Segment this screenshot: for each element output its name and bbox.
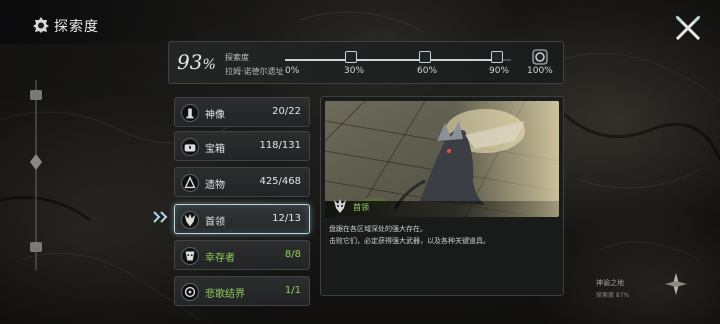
category-name: 幸存者 [205, 253, 235, 264]
zoom-out-handle [30, 242, 42, 252]
compass-icon[interactable] [664, 272, 688, 296]
close-button[interactable] [670, 10, 706, 46]
category-item[interactable]: 宝箱 118/131 [174, 131, 310, 161]
milestone-label: 30% [344, 66, 365, 76]
boss-icon [181, 211, 199, 229]
category-count: 118/131 [259, 140, 301, 151]
gear-icon [33, 17, 49, 33]
chest-icon [181, 138, 199, 156]
milestone-90-check-icon[interactable] [491, 51, 503, 63]
region-name: 拉姆·诺德尔遗址 [225, 67, 284, 76]
exploration-progress-panel: 93% 探索度 拉姆·诺德尔遗址 0% 30% 60% 90% 100% [168, 41, 564, 84]
statue-icon [181, 104, 199, 122]
category-count: 20/22 [272, 106, 301, 117]
category-item[interactable]: 遗物 425/468 [174, 167, 310, 197]
selection-arrow-icon [153, 211, 168, 223]
category-detail-panel: 首领 盘踞在各区域深处的强大存在。 击败它们，必定获得强大武器，以及各种关键道具… [320, 96, 564, 296]
category-count: 1/1 [284, 285, 301, 296]
category-item[interactable]: 幸存者 8/8 [174, 240, 310, 270]
category-name: 宝箱 [205, 144, 225, 155]
reward-icon[interactable] [531, 48, 549, 66]
category-item[interactable]: 神像 20/22 [174, 97, 310, 127]
milestone-label: 60% [417, 66, 438, 76]
relic-icon [181, 174, 199, 192]
category-name: 悲歌结界 [205, 289, 245, 300]
category-count: 425/468 [259, 176, 301, 187]
milestone-label: 0% [285, 66, 300, 76]
header-bar: 探索度 [0, 0, 200, 44]
map-location-name: 神谕之地 [596, 279, 624, 287]
category-count: 8/8 [284, 249, 301, 260]
map-location-progress: 探索度 87% [596, 292, 630, 299]
milestone-30-check-icon[interactable] [345, 51, 357, 63]
zoom-slider[interactable] [26, 80, 46, 270]
milestone-label: 90% [489, 66, 510, 76]
survivor-icon [181, 247, 199, 265]
page-title: 探索度 [54, 19, 99, 35]
exploration-progress-fill [285, 59, 496, 61]
milestone-60-check-icon[interactable] [419, 51, 431, 63]
category-name: 神像 [205, 110, 225, 121]
zoom-slider-thumb [30, 154, 42, 170]
barrier-icon [181, 283, 199, 301]
category-name: 首领 [205, 217, 225, 228]
boss-icon [334, 199, 346, 213]
detail-caption-text: 首领 [353, 203, 369, 212]
exploration-label: 探索度 [225, 53, 249, 62]
exploration-percent: 93% [177, 50, 216, 74]
category-count: 12/13 [272, 213, 301, 224]
exploration-progress-bar [285, 59, 511, 61]
boss-illustration [325, 101, 559, 217]
category-name: 遗物 [205, 180, 225, 191]
category-item[interactable]: 首领 12/13 [174, 204, 310, 234]
category-item[interactable]: 悲歌结界 1/1 [174, 276, 310, 306]
detail-description: 盘踞在各区域深处的强大存在。 击败它们，必定获得强大武器，以及各种关键道具。 [329, 225, 490, 245]
milestone-label: 100% [527, 66, 553, 76]
zoom-in-handle [30, 90, 42, 100]
close-icon [675, 15, 701, 41]
